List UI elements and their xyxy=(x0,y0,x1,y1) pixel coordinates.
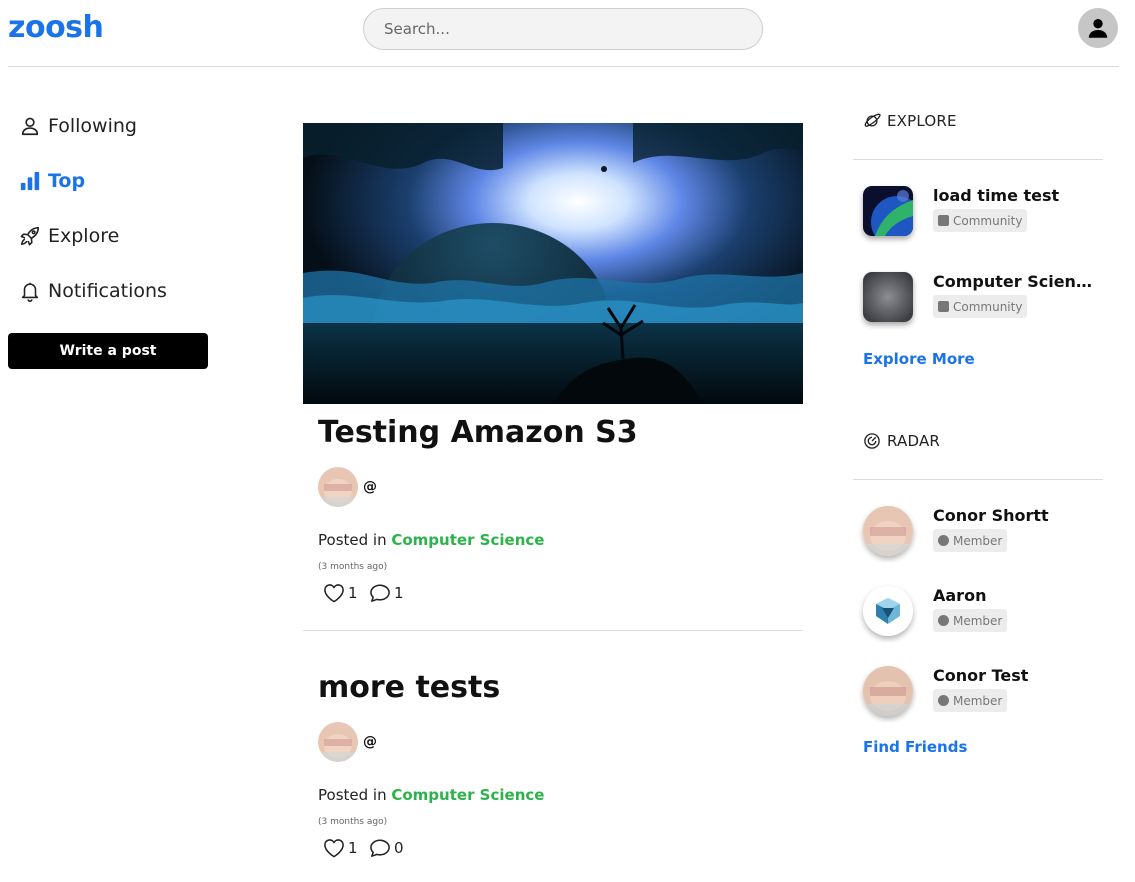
nav-item-label: Following xyxy=(48,115,137,137)
nav-item-notifications[interactable]: Notifications xyxy=(18,275,167,307)
logo[interactable]: zoosh xyxy=(8,10,104,45)
like-count: 1 xyxy=(348,839,358,857)
explore-more-link[interactable]: Explore More xyxy=(863,350,975,368)
category-link[interactable]: Computer Science xyxy=(391,531,544,549)
search-input[interactable] xyxy=(363,8,763,50)
user-silhouette-icon xyxy=(1088,19,1108,38)
heart-icon xyxy=(324,584,344,603)
explore-divider xyxy=(853,159,1103,160)
member-avatar[interactable] xyxy=(863,506,913,556)
community-thumbnail[interactable] xyxy=(863,272,913,322)
bar-chart-icon xyxy=(18,169,42,193)
community-badge: Community xyxy=(933,295,1028,318)
radar-icon xyxy=(864,433,880,449)
planet-icon xyxy=(864,113,881,127)
member-name[interactable]: Conor Shortt xyxy=(933,506,1049,525)
radar-divider xyxy=(853,479,1103,480)
community-badge-label: Community xyxy=(953,299,1023,314)
posted-in: Posted in Computer Science xyxy=(318,786,544,804)
like-button[interactable]: 1 xyxy=(323,838,358,858)
comment-count: 0 xyxy=(394,839,404,857)
member-icon xyxy=(938,615,949,626)
community-icon xyxy=(938,215,949,226)
member-avatar[interactable] xyxy=(863,586,913,636)
member-avatar[interactable] xyxy=(863,666,913,716)
community-badge: Community xyxy=(933,209,1028,232)
author-handle[interactable]: @ xyxy=(363,479,377,495)
post-cover-image[interactable] xyxy=(303,123,803,404)
member-icon xyxy=(938,535,949,546)
radar-heading: RADAR xyxy=(863,432,940,450)
like-count: 1 xyxy=(348,584,358,602)
explore-heading: EXPLORE xyxy=(863,112,957,130)
nav-item-label: Explore xyxy=(48,225,120,247)
comment-button[interactable]: 0 xyxy=(369,838,404,858)
author-avatar[interactable] xyxy=(318,722,358,762)
heart-icon xyxy=(324,839,344,858)
nav-item-label: Notifications xyxy=(48,280,167,302)
bell-icon xyxy=(18,279,42,303)
post-timestamp: (3 months ago) xyxy=(318,562,388,572)
member-badge-label: Member xyxy=(953,613,1003,628)
community-name[interactable]: Computer Scienc... xyxy=(933,272,1093,291)
header-divider xyxy=(8,66,1119,67)
radar-heading-label: RADAR xyxy=(887,432,941,450)
member-badge: Member xyxy=(933,529,1008,552)
member-badge: Member xyxy=(933,609,1008,632)
account-avatar-button[interactable] xyxy=(1078,8,1118,48)
author-avatar[interactable] xyxy=(318,467,358,507)
like-button[interactable]: 1 xyxy=(323,583,358,603)
post-title[interactable]: more tests xyxy=(318,670,500,705)
member-name[interactable]: Aaron xyxy=(933,586,986,605)
community-thumbnail[interactable] xyxy=(863,186,913,236)
posted-in-label: Posted in xyxy=(318,531,387,549)
member-badge: Member xyxy=(933,689,1008,712)
post-divider xyxy=(303,630,803,631)
rocket-icon xyxy=(18,224,42,248)
nav-item-label: Top xyxy=(48,170,86,192)
community-icon xyxy=(938,301,949,312)
posted-in: Posted in Computer Science xyxy=(318,531,544,549)
nav-item-following[interactable]: Following xyxy=(18,110,137,142)
comment-count: 1 xyxy=(394,584,404,602)
user-icon xyxy=(18,114,42,138)
post-timestamp: (3 months ago) xyxy=(318,817,388,827)
member-badge-label: Member xyxy=(953,693,1003,708)
write-post-button[interactable]: Write a post xyxy=(8,333,208,369)
community-name[interactable]: load time test xyxy=(933,186,1059,205)
nav-item-top[interactable]: Top xyxy=(18,165,85,197)
comment-icon xyxy=(370,584,390,602)
author-handle[interactable]: @ xyxy=(363,734,377,750)
explore-heading-label: EXPLORE xyxy=(887,112,957,130)
find-friends-link[interactable]: Find Friends xyxy=(863,738,967,756)
posted-in-label: Posted in xyxy=(318,786,387,804)
member-name[interactable]: Conor Test xyxy=(933,666,1028,685)
nav-item-explore[interactable]: Explore xyxy=(18,220,119,252)
comment-icon xyxy=(370,839,390,857)
comment-button[interactable]: 1 xyxy=(369,583,404,603)
community-badge-label: Community xyxy=(953,213,1023,228)
post-title[interactable]: Testing Amazon S3 xyxy=(318,415,638,450)
category-link[interactable]: Computer Science xyxy=(391,786,544,804)
member-icon xyxy=(938,695,949,706)
member-badge-label: Member xyxy=(953,533,1003,548)
